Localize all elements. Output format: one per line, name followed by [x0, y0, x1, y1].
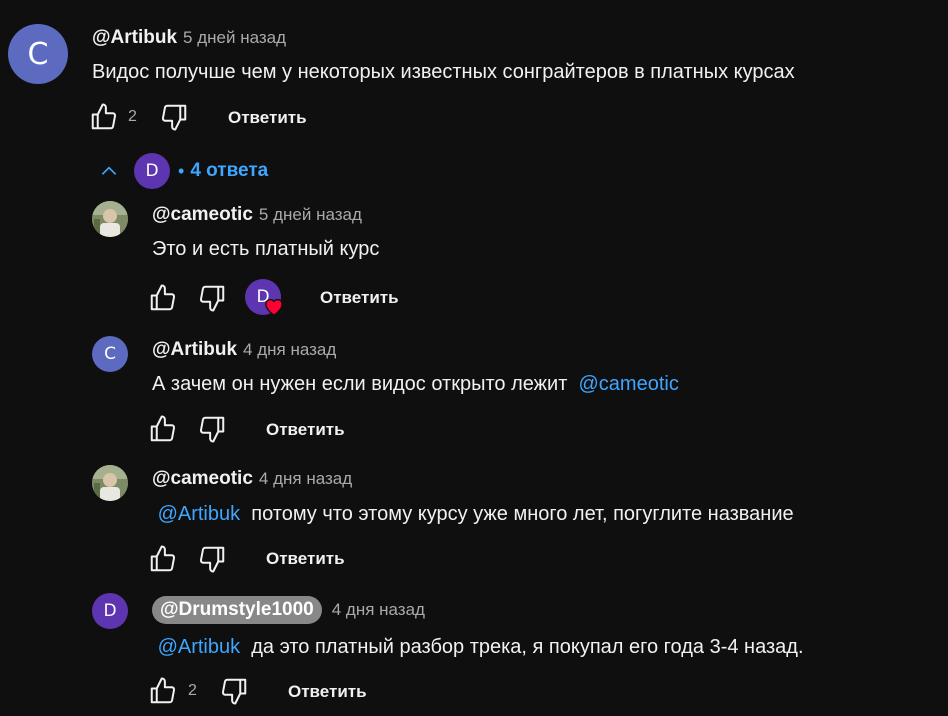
reply-header: @Drumstyle1000 4 дня назад	[152, 596, 425, 624]
reply-avatar[interactable]: C	[92, 336, 128, 372]
reply-button[interactable]: Ответить	[228, 108, 307, 128]
like-icon	[150, 677, 176, 704]
like-button[interactable]	[147, 282, 179, 314]
reply-avatar[interactable]: D	[92, 593, 128, 629]
main-comment-header: @Artibuk 5 дней назад	[92, 27, 286, 49]
replies-toggle[interactable]: D • 4 ответа	[96, 153, 268, 189]
like-button[interactable]	[147, 413, 179, 445]
reply-text-row: А зачем он нужен если видос открыто лежи…	[152, 373, 679, 396]
dislike-button[interactable]	[196, 413, 228, 445]
reply-text-row: @Artibuk потому что этому курсу уже мног…	[152, 503, 794, 526]
replies-count: 4 ответа	[190, 160, 269, 181]
reply-author[interactable]: @cameotic	[152, 204, 253, 226]
reply-button[interactable]: Ответить	[266, 549, 345, 569]
reply-text: потому что этому курсу уже много лет, по…	[251, 503, 794, 525]
like-count: 2	[128, 108, 137, 125]
reply-header: @cameotic 5 дней назад	[152, 204, 362, 226]
mention-link[interactable]: @Artibuk	[158, 503, 241, 525]
like-button[interactable]	[147, 543, 179, 575]
like-icon	[150, 545, 176, 572]
dislike-icon	[161, 104, 187, 131]
reply-header: @cameotic 4 дня назад	[152, 468, 352, 490]
dislike-button[interactable]	[196, 282, 228, 314]
mention-link[interactable]: @Artibuk	[158, 636, 241, 658]
dislike-icon	[199, 285, 225, 312]
mention-link[interactable]: @cameotic	[578, 373, 678, 395]
heart-icon	[263, 296, 285, 321]
comment-time[interactable]: 5 дней назад	[183, 28, 286, 48]
user-photo	[92, 201, 128, 237]
user-photo	[92, 465, 128, 501]
dislike-button[interactable]	[158, 101, 190, 133]
like-count: 2	[188, 682, 197, 699]
comment-author[interactable]: @Artibuk	[92, 27, 177, 49]
like-button[interactable]	[147, 675, 179, 707]
comment-text: Видос получше чем у некоторых известных …	[92, 61, 795, 83]
reply-author[interactable]: @Artibuk	[152, 339, 237, 361]
reply-button[interactable]: Ответить	[320, 288, 399, 308]
avatar-letter: D	[145, 161, 159, 181]
main-comment-avatar[interactable]: C	[8, 24, 68, 84]
avatar-letter: D	[103, 601, 117, 621]
reply-time[interactable]: 4 дня назад	[243, 340, 336, 360]
dislike-button[interactable]	[196, 543, 228, 575]
creator-author-chip[interactable]: @Drumstyle1000	[152, 596, 322, 624]
reply-author[interactable]: @cameotic	[152, 468, 253, 490]
like-icon	[91, 103, 117, 130]
reply-time[interactable]: 4 дня назад	[259, 469, 352, 489]
avatar-letter: C	[104, 344, 116, 364]
dislike-button[interactable]	[218, 675, 250, 707]
creator-avatar: D	[134, 153, 170, 189]
dislike-icon	[221, 678, 247, 705]
reply-time[interactable]: 4 дня назад	[332, 600, 425, 620]
reply-time[interactable]: 5 дней назад	[259, 205, 362, 225]
reply-header: @Artibuk 4 дня назад	[152, 339, 336, 361]
reply-text: да это платный разбор трека, я покупал е…	[251, 636, 804, 658]
chevron-up-icon	[101, 166, 117, 175]
like-button[interactable]	[88, 101, 120, 133]
reply-avatar[interactable]	[92, 201, 128, 237]
separator-dot: •	[178, 160, 185, 181]
dislike-icon	[199, 546, 225, 573]
reply-text-row: @Artibuk да это платный разбор трека, я …	[152, 636, 804, 659]
reply-button[interactable]: Ответить	[288, 682, 367, 702]
avatar-letter: C	[27, 36, 49, 72]
like-icon	[150, 415, 176, 442]
reply-text: А зачем он нужен если видос открыто лежи…	[152, 373, 568, 395]
like-icon	[150, 284, 176, 311]
reply-avatar[interactable]	[92, 465, 128, 501]
reply-text: Это и есть платный курс	[152, 238, 380, 260]
reply-button[interactable]: Ответить	[266, 420, 345, 440]
dislike-icon	[199, 416, 225, 443]
